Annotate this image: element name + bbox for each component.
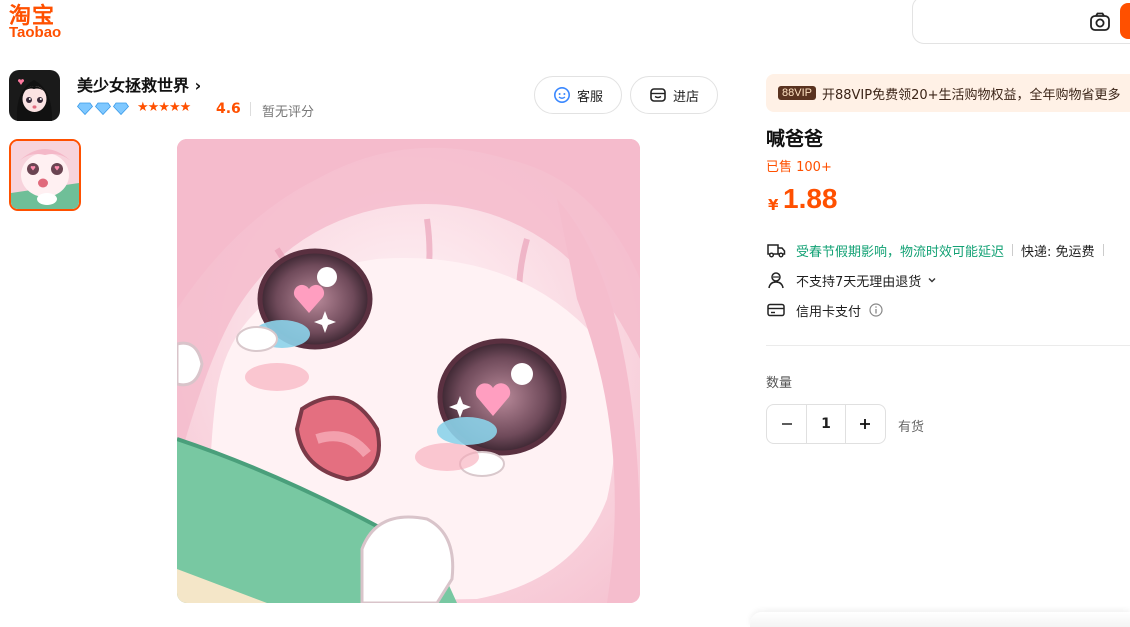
quantity-label: 数量 xyxy=(766,376,793,391)
return-policy-icon xyxy=(766,270,786,290)
shop-level-diamonds xyxy=(77,102,129,115)
credit-card-icon xyxy=(766,300,786,320)
info-icon[interactable] xyxy=(869,303,883,317)
divider xyxy=(1012,244,1014,256)
divider xyxy=(766,345,1130,346)
no-rating-label: 暂无评分 xyxy=(262,105,315,120)
quantity-value[interactable]: 1 xyxy=(806,405,846,443)
shop-name[interactable]: 美少女拯救世界 › xyxy=(77,72,201,96)
shop-avatar[interactable] xyxy=(9,70,60,121)
product-price: 1.88 xyxy=(783,183,838,214)
quantity-stepper[interactable]: 1 xyxy=(766,404,886,444)
shipping-delay-notice: 受春节假期影响，物流时效可能延迟 xyxy=(796,244,1005,260)
payment-row: 信用卡支付 xyxy=(766,299,883,321)
return-policy-row[interactable]: 不支持7天无理由退货 xyxy=(766,269,937,291)
divider xyxy=(250,102,251,116)
vip-promo-banner[interactable]: 88VIP 开88VIP免费领20+生活购物权益，全年购物省更多 xyxy=(766,74,1130,112)
product-title: 喊爸爸 xyxy=(766,128,824,150)
diamond-icon xyxy=(113,102,129,115)
camera-icon[interactable] xyxy=(1089,11,1111,33)
chat-icon xyxy=(553,87,570,103)
stock-status: 有货 xyxy=(898,420,925,435)
payment-text: 信用卡支付 xyxy=(796,304,862,320)
shipping-fee: 快递: 免运费 xyxy=(1021,244,1095,260)
return-policy-text: 不支持7天无理由退货 xyxy=(796,274,922,290)
main-product-image[interactable] xyxy=(177,139,640,603)
currency-symbol: ¥ xyxy=(768,196,779,214)
search-button[interactable] xyxy=(1120,3,1130,39)
vip-badge: 88VIP xyxy=(778,86,816,100)
shop-rating: 4.6 xyxy=(216,101,241,117)
taobao-logo-text[interactable]: Taobao xyxy=(9,24,61,41)
chevron-down-icon[interactable] xyxy=(927,275,937,285)
vip-promo-text: 开88VIP免费领20+生活购物权益，全年购物省更多 xyxy=(821,87,1121,103)
product-thumbnail[interactable] xyxy=(9,139,81,211)
truck-icon xyxy=(766,240,786,260)
decrease-button[interactable] xyxy=(767,405,806,443)
bottom-panel-edge xyxy=(750,612,1130,627)
store-icon xyxy=(650,88,666,102)
sold-count: 已售 100+ xyxy=(766,160,832,175)
diamond-icon xyxy=(95,102,111,115)
increase-button[interactable] xyxy=(846,405,885,443)
diamond-icon xyxy=(77,102,93,115)
divider xyxy=(1102,244,1104,256)
rating-stars: ★★★★★ xyxy=(137,100,191,115)
enter-store-button[interactable]: 进店 xyxy=(630,76,718,114)
customer-service-button[interactable]: 客服 xyxy=(534,76,622,114)
shipping-row: 受春节假期影响，物流时效可能延迟 快递: 免运费 xyxy=(766,239,1112,261)
